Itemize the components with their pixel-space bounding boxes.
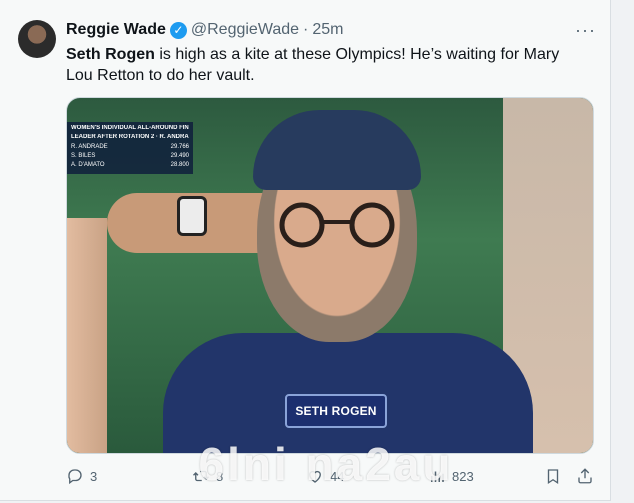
repost-button[interactable]: 8 [192, 467, 223, 485]
scoreboard-name: S. BILES [71, 153, 96, 159]
scoreboard-title: WOMEN'S INDIVIDUAL ALL-AROUND FINAL - RO… [71, 125, 189, 131]
heart-icon [309, 470, 321, 483]
action-bar: 3 8 44 823 [66, 462, 594, 490]
like-button[interactable]: 44 [306, 467, 344, 485]
tweet-text: Seth Rogen is high as a kite at these Ol… [66, 44, 586, 86]
more-options-icon[interactable]: ··· [575, 20, 596, 41]
scoreboard-row: R. ANDRADE 29.766 [71, 143, 189, 152]
repost-icon [193, 470, 209, 482]
scoreboard-score: 28.800 [170, 162, 189, 168]
views-icon [431, 471, 444, 482]
scoreboard-name: R. ANDRADE [71, 144, 108, 150]
mentioned-name: Seth Rogen [66, 46, 155, 63]
tweet-card[interactable]: Reggie Wade ✓ @ReggieWade · 25m ··· Seth… [0, 0, 611, 501]
timestamp[interactable]: 25m [312, 21, 343, 39]
share-button[interactable] [576, 467, 594, 485]
reply-icon [68, 469, 82, 485]
scoreboard-row: S. BILES 29.490 [71, 152, 189, 161]
scoreboard-score: 29.490 [170, 153, 189, 159]
reply-count: 3 [90, 468, 98, 484]
avatar[interactable] [18, 20, 56, 58]
name-caption: SETH ROGEN [285, 394, 387, 428]
bookmark-button[interactable] [544, 467, 562, 485]
scoreboard-score: 29.766 [170, 144, 189, 150]
tweet-image[interactable]: WOMEN'S INDIVIDUAL ALL-AROUND FINAL - RO… [66, 97, 594, 454]
repost-count: 8 [216, 468, 224, 484]
glasses-icon [279, 202, 395, 248]
scoreboard-overlay: WOMEN'S INDIVIDUAL ALL-AROUND FINAL - RO… [67, 122, 193, 174]
views-count: 823 [452, 468, 474, 484]
wristwatch [177, 196, 207, 236]
author-name[interactable]: Reggie Wade [66, 21, 166, 39]
scoreboard-row: A. D'AMATO 28.800 [71, 161, 189, 170]
reply-button[interactable]: 3 [66, 467, 97, 485]
tweet-header: Reggie Wade ✓ @ReggieWade · 25m [66, 18, 343, 42]
spectator-left [67, 218, 107, 453]
share-icon [578, 468, 592, 484]
baseball-cap [253, 110, 421, 190]
bookmark-icon [547, 469, 559, 485]
verified-badge-icon: ✓ [169, 21, 187, 39]
like-count: 44 [330, 468, 345, 484]
scoreboard-name: A. D'AMATO [71, 162, 105, 168]
separator: · [303, 21, 309, 38]
author-handle[interactable]: @ReggieWade [191, 21, 299, 39]
views-button[interactable]: 823 [428, 467, 474, 485]
scoreboard-subtitle: LEADER AFTER ROTATION 2 · R. ANDRADE [71, 134, 189, 140]
